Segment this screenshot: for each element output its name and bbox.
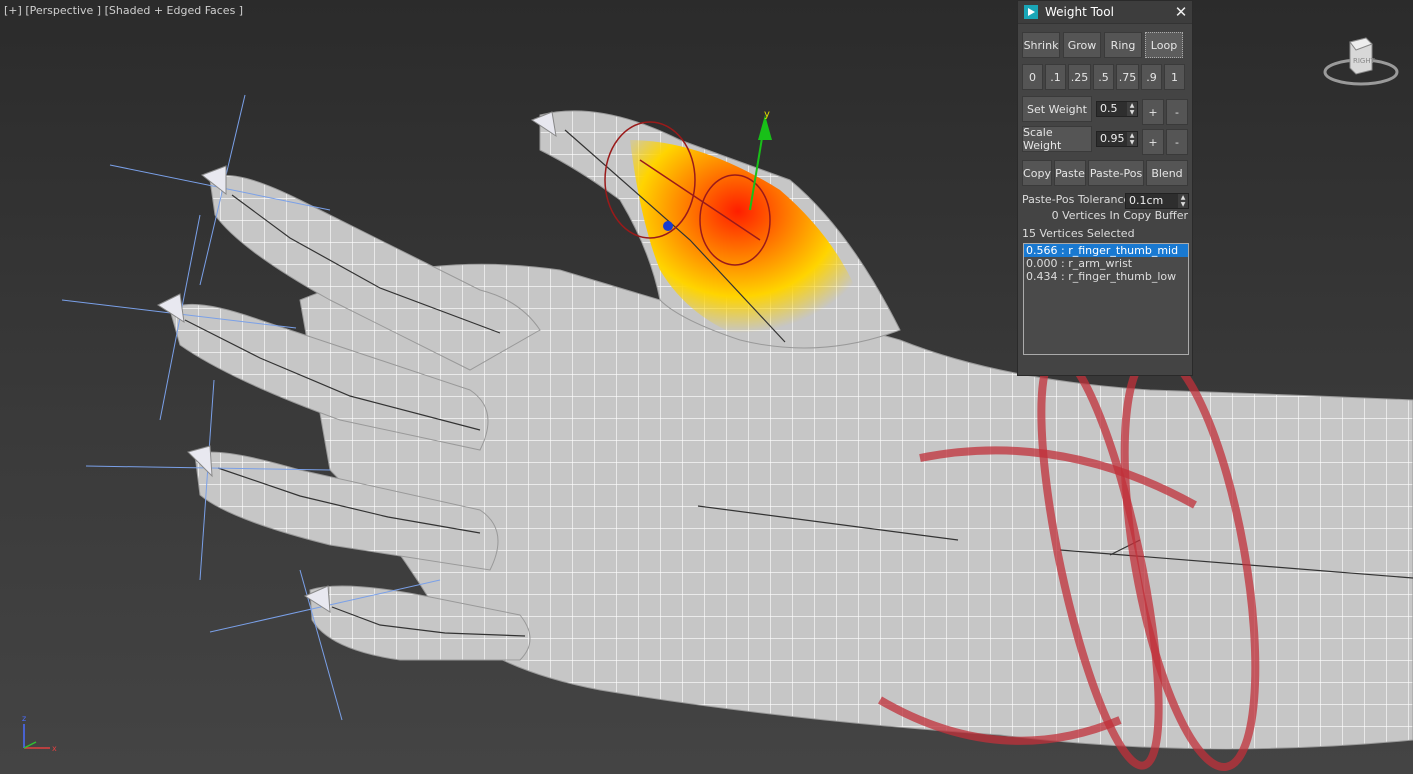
ring-button[interactable]: Ring (1104, 32, 1142, 58)
shrink-button[interactable]: Shrink (1022, 32, 1060, 58)
preset-weight-025-button[interactable]: .25 (1068, 64, 1091, 90)
preset-weight-075-button[interactable]: .75 (1116, 64, 1139, 90)
viewport-shading-mode[interactable]: [Shaded + Edged Faces ] (105, 4, 243, 17)
scale-weight-spinner[interactable]: 0.95 ▲ ▼ (1096, 131, 1138, 147)
hand-mesh-scene: y (61, 94, 1413, 772)
paste-pos-tolerance-label: Paste-Pos Tolerance (1022, 193, 1131, 206)
preset-weight-05-button[interactable]: .5 (1093, 64, 1114, 90)
spinner-arrows-icon[interactable]: ▲ ▼ (1178, 194, 1188, 208)
set-weight-minus-button[interactable]: - (1166, 99, 1188, 125)
preset-weight-buttons: 0 .1 .25 .5 .75 .9 1 (1022, 64, 1185, 90)
set-weight-button[interactable]: Set Weight (1022, 96, 1092, 122)
svg-text:z: z (22, 714, 26, 723)
clipboard-buttons: Copy Paste Paste-Pos Blend (1022, 160, 1188, 186)
paste-pos-tolerance-spinner[interactable]: 0.1cm ▲ ▼ (1125, 193, 1189, 209)
blend-button[interactable]: Blend (1146, 160, 1188, 186)
selection-buttons: Shrink Grow Ring Loop (1022, 32, 1183, 58)
spinner-arrows-icon[interactable]: ▲ ▼ (1127, 132, 1137, 146)
selection-status: 15 Vertices Selected (1022, 227, 1135, 240)
set-weight-plus-button[interactable]: + (1142, 99, 1164, 125)
bone-weight-list[interactable]: 0.566 : r_finger_thumb_mid 0.000 : r_arm… (1023, 243, 1189, 355)
panel-title: Weight Tool (1045, 5, 1114, 19)
weight-tool-panel: Weight Tool ✕ Shrink Grow Ring Loop 0 .1… (1017, 0, 1193, 376)
svg-text:x: x (52, 744, 57, 753)
scale-weight-plus-button[interactable]: + (1142, 129, 1164, 155)
bone-weight-item[interactable]: 0.000 : r_arm_wrist (1024, 257, 1188, 270)
close-icon[interactable]: ✕ (1170, 1, 1192, 23)
scale-weight-value[interactable]: 0.95 (1100, 132, 1125, 145)
copy-buffer-status: 0 Vertices In Copy Buffer (1051, 209, 1188, 222)
set-weight-value[interactable]: 0.5 (1100, 102, 1118, 115)
preset-weight-0-button[interactable]: 0 (1022, 64, 1043, 90)
viewport-point-of-view[interactable]: [Perspective ] (25, 4, 101, 17)
scale-weight-minus-button[interactable]: - (1166, 129, 1188, 155)
axis-tripod-icon: z x (16, 712, 60, 756)
spinner-arrows-icon[interactable]: ▲ ▼ (1127, 102, 1137, 116)
bone-weight-item[interactable]: 0.434 : r_finger_thumb_low (1024, 270, 1188, 283)
weight-tool-titlebar[interactable]: Weight Tool ✕ (1018, 1, 1192, 24)
app-icon (1024, 5, 1038, 19)
set-weight-spinner[interactable]: 0.5 ▲ ▼ (1096, 101, 1138, 117)
preset-weight-01-button[interactable]: .1 (1045, 64, 1066, 90)
preset-weight-1-button[interactable]: 1 (1164, 64, 1185, 90)
paste-button[interactable]: Paste (1054, 160, 1086, 186)
perspective-viewport[interactable]: y [+] [Perspective ] [Shaded + Edged Fac… (0, 0, 1413, 774)
scale-weight-button[interactable]: Scale Weight (1022, 126, 1092, 152)
viewcube-icon[interactable]: RIGHT (1322, 36, 1400, 92)
paste-pos-tolerance-value[interactable]: 0.1cm (1129, 194, 1163, 207)
grow-button[interactable]: Grow (1063, 32, 1101, 58)
copy-button[interactable]: Copy (1022, 160, 1052, 186)
svg-text:y: y (764, 109, 770, 120)
svg-text:RIGHT: RIGHT (1353, 57, 1376, 65)
viewport-label: [+] [Perspective ] [Shaded + Edged Faces… (4, 4, 243, 17)
bone-weight-item[interactable]: 0.566 : r_finger_thumb_mid (1024, 244, 1188, 257)
paste-pos-button[interactable]: Paste-Pos (1088, 160, 1144, 186)
loop-button[interactable]: Loop (1145, 32, 1183, 58)
viewport-menu-plus[interactable]: [+] (4, 4, 22, 17)
preset-weight-09-button[interactable]: .9 (1141, 64, 1162, 90)
